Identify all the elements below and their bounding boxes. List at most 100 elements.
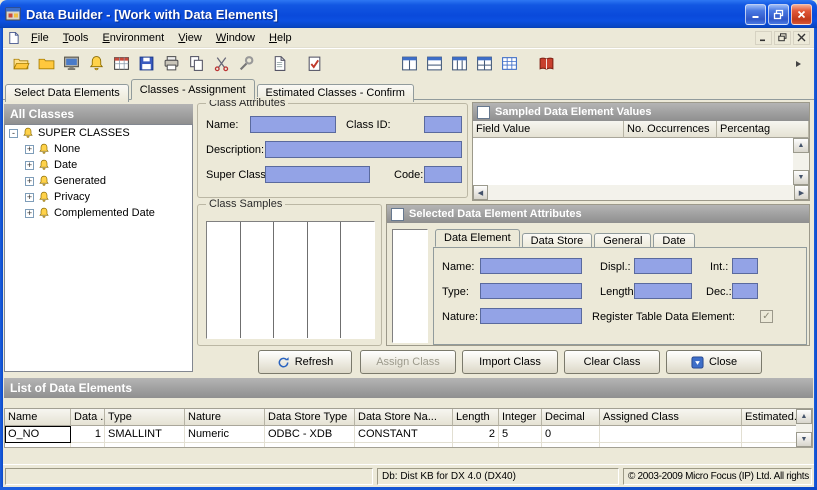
column-header-type[interactable]: Type <box>105 409 185 426</box>
tree-item-privacy[interactable]: + Privacy <box>5 189 192 205</box>
printer-icon[interactable] <box>159 52 184 76</box>
menu-help[interactable]: Help <box>262 29 299 47</box>
cell-length[interactable]: 2 <box>453 426 499 443</box>
cell-data-store-name[interactable]: CONSTANT <box>355 426 453 443</box>
bell-icon[interactable] <box>84 52 109 76</box>
cell-decimal[interactable]: 0 <box>542 426 600 443</box>
tree-item-none[interactable]: + None <box>5 141 192 157</box>
tab-select-data-elements[interactable]: Select Data Elements <box>5 84 129 102</box>
sampled-values-hscrollbar[interactable]: ◀ ▶ <box>473 185 809 200</box>
class-samples-grid[interactable] <box>206 221 375 339</box>
restore-button[interactable] <box>768 4 789 25</box>
help-book-icon[interactable] <box>534 52 559 76</box>
monitor-icon[interactable] <box>59 52 84 76</box>
attr-name-field[interactable] <box>480 258 582 274</box>
attr-dec-field[interactable] <box>732 283 758 299</box>
cell-name[interactable]: O_NO <box>5 426 71 443</box>
scroll-down-icon[interactable]: ▼ <box>793 170 809 185</box>
import-class-button[interactable]: Import Class <box>462 350 558 374</box>
scroll-up-icon[interactable]: ▲ <box>796 409 812 424</box>
register-table-checkbox[interactable]: ✓ <box>760 310 773 323</box>
split-two-columns-icon[interactable] <box>397 52 422 76</box>
scroll-up-icon[interactable]: ▲ <box>793 138 809 153</box>
menu-environment[interactable]: Environment <box>95 29 171 47</box>
cell-type[interactable]: SMALLINT <box>105 426 185 443</box>
column-header-nature[interactable]: Nature <box>185 409 265 426</box>
open-folder-icon[interactable] <box>9 52 34 76</box>
super-class-field[interactable] <box>265 166 370 183</box>
clipboard-check-icon[interactable] <box>302 52 327 76</box>
description-field[interactable] <box>265 141 462 158</box>
menu-file[interactable]: File <box>24 29 56 47</box>
mdi-close-icon[interactable] <box>793 31 810 45</box>
column-header-estimated[interactable]: Estimated... <box>742 409 798 426</box>
selected-attributes-checkbox[interactable] <box>391 208 404 221</box>
table-red-icon[interactable] <box>109 52 134 76</box>
tree-item-date[interactable]: + Date <box>5 157 192 173</box>
attr-type-field[interactable] <box>480 283 582 299</box>
tree-item-generated[interactable]: + Generated <box>5 173 192 189</box>
cell-nature[interactable]: Numeric <box>185 426 265 443</box>
column-header-data-no[interactable]: Data ... <box>71 409 105 426</box>
menu-window[interactable]: Window <box>209 29 262 47</box>
expand-icon[interactable]: + <box>25 177 34 186</box>
scroll-right-icon[interactable]: ▶ <box>794 185 809 200</box>
save-icon[interactable] <box>134 52 159 76</box>
expand-icon[interactable]: + <box>25 209 34 218</box>
menu-tools[interactable]: Tools <box>56 29 96 47</box>
cell-data-no[interactable]: 1 <box>71 426 105 443</box>
class-tree[interactable]: - SUPER CLASSES + None + Date + Generate… <box>4 124 193 372</box>
cell-data-store-type[interactable]: ODBC - XDB <box>265 426 355 443</box>
attr-int-field[interactable] <box>732 258 758 274</box>
cell-estimated[interactable] <box>742 426 798 443</box>
clear-class-button[interactable]: Clear Class <box>564 350 660 374</box>
column-header-data-store-type[interactable]: Data Store Type <box>265 409 355 426</box>
split-four-panes-icon[interactable] <box>472 52 497 76</box>
scroll-down-icon[interactable]: ▼ <box>796 432 812 447</box>
expand-icon[interactable]: + <box>25 145 34 154</box>
tab-data-element[interactable]: Data Element <box>435 229 520 247</box>
column-header-assigned-class[interactable]: Assigned Class <box>600 409 742 426</box>
name-field[interactable] <box>250 116 336 133</box>
tree-item-root[interactable]: - SUPER CLASSES <box>5 125 192 141</box>
scroll-left-icon[interactable]: ◀ <box>473 185 488 200</box>
attr-length-field[interactable] <box>634 283 692 299</box>
expand-icon[interactable]: + <box>25 161 34 170</box>
close-panel-button[interactable]: Close <box>666 350 762 374</box>
expand-icon[interactable]: + <box>25 193 34 202</box>
menu-view[interactable]: View <box>171 29 209 47</box>
table-row-clipped[interactable] <box>5 443 812 448</box>
column-header-decimal[interactable]: Decimal <box>542 409 600 426</box>
class-id-field[interactable] <box>424 116 462 133</box>
tab-classes-assignment[interactable]: Classes - Assignment <box>131 79 255 100</box>
column-header-no-occurrences[interactable]: No. Occurrences <box>624 121 717 138</box>
code-field[interactable] <box>424 166 462 183</box>
sampled-values-vscrollbar[interactable]: ▲ ▼ <box>793 138 809 185</box>
sample-value-strip[interactable] <box>392 229 428 343</box>
tree-item-complemented-date[interactable]: + Complemented Date <box>5 205 192 221</box>
mdi-restore-icon[interactable] <box>774 31 791 45</box>
toolbar-overflow-icon[interactable] <box>785 52 810 76</box>
child-window-icon[interactable] <box>3 31 24 45</box>
folder-icon[interactable] <box>34 52 59 76</box>
mdi-minimize-icon[interactable] <box>755 31 772 45</box>
column-header-data-store-name[interactable]: Data Store Na... <box>355 409 453 426</box>
column-header-integer[interactable]: Integer <box>499 409 542 426</box>
column-header-percentage[interactable]: Percentag <box>717 121 809 138</box>
cell-integer[interactable]: 5 <box>499 426 542 443</box>
cell-assigned-class[interactable] <box>600 426 742 443</box>
assign-class-button[interactable]: Assign Class <box>360 350 456 374</box>
scissors-icon[interactable] <box>209 52 234 76</box>
refresh-button[interactable]: Refresh <box>258 350 352 374</box>
collapse-icon[interactable]: - <box>9 129 18 138</box>
sampled-values-list[interactable] <box>473 138 793 185</box>
column-header-field-value[interactable]: Field Value <box>473 121 624 138</box>
minimize-button[interactable] <box>745 4 766 25</box>
split-three-columns-icon[interactable] <box>447 52 472 76</box>
grid-icon[interactable] <box>497 52 522 76</box>
document-icon[interactable] <box>267 52 292 76</box>
column-header-length[interactable]: Length <box>453 409 499 426</box>
table-vscrollbar[interactable]: ▲ ▼ <box>796 409 812 447</box>
copy-icon[interactable] <box>184 52 209 76</box>
split-two-rows-icon[interactable] <box>422 52 447 76</box>
